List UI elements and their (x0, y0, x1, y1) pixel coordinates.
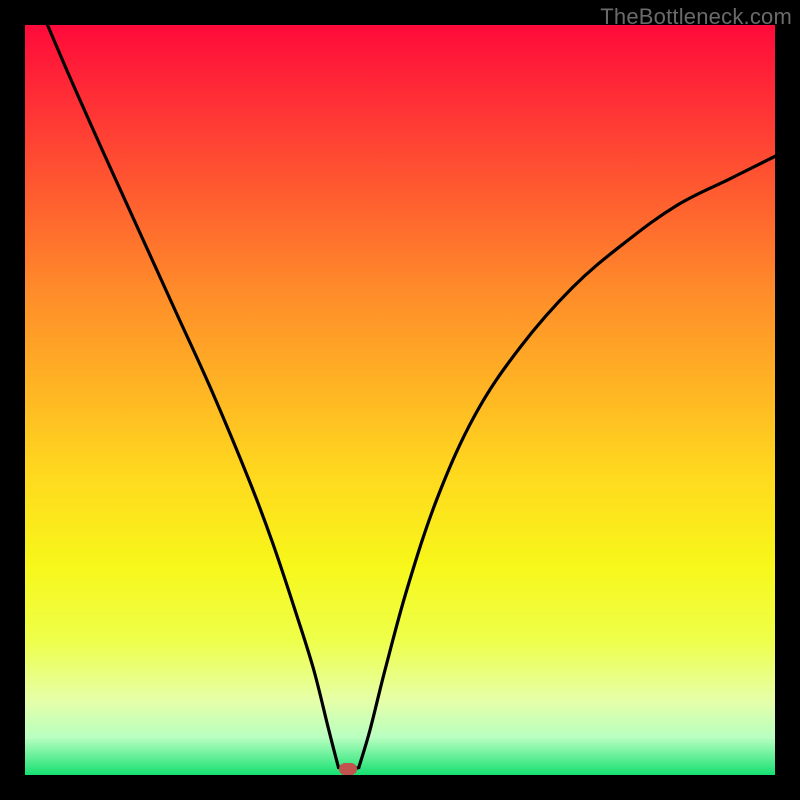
bottleneck-curve (25, 25, 775, 775)
chart-plot-area (25, 25, 775, 775)
curve-right-branch (359, 156, 775, 767)
watermark-text: TheBottleneck.com (600, 4, 792, 30)
bottleneck-marker (339, 763, 357, 775)
curve-left-branch (48, 25, 339, 768)
